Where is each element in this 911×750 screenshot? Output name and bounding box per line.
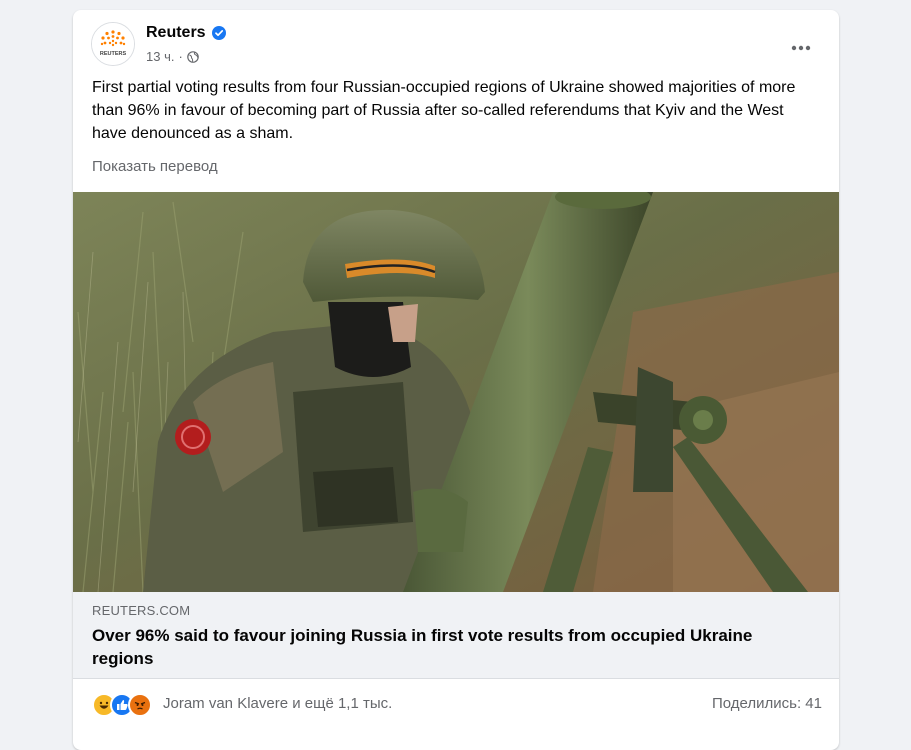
shares-count[interactable]: Поделились: 41	[712, 695, 822, 712]
post-message: First partial voting results from four R…	[92, 79, 796, 142]
page-avatar[interactable]: REUTERS	[91, 22, 135, 66]
reaction-icons[interactable]	[92, 693, 152, 717]
svg-text:REUTERS: REUTERS	[100, 51, 127, 57]
post-header: REUTERS Reuters 13 ч. ·	[73, 10, 839, 78]
more-horizontal-icon	[791, 45, 811, 51]
post-footer: Joram van Klavere и ещё 1,1 тыс. Поделил…	[73, 686, 839, 722]
post-card: REUTERS Reuters 13 ч. · First partial vo…	[73, 10, 839, 750]
more-options-button[interactable]	[783, 30, 819, 66]
soldier-mortar-image	[73, 192, 839, 592]
link-preview[interactable]: REUTERS.COM Over 96% said to favour join…	[73, 592, 839, 679]
page-name[interactable]: Reuters	[146, 24, 226, 42]
post-meta: 13 ч. ·	[146, 49, 199, 64]
post-timestamp[interactable]: 13 ч.	[146, 49, 174, 64]
link-domain: REUTERS.COM	[92, 603, 191, 618]
reactions-summary[interactable]: Joram van Klavere и ещё 1,1 тыс.	[163, 695, 392, 712]
show-translation-link[interactable]: Показать перевод	[92, 158, 218, 175]
post-photo[interactable]	[73, 192, 839, 592]
angry-icon	[128, 693, 152, 717]
reuters-logo-icon: REUTERS	[92, 23, 134, 65]
link-title[interactable]: Over 96% said to favour joining Russia i…	[92, 624, 812, 670]
verified-badge-icon	[211, 26, 226, 40]
page-name-label[interactable]: Reuters	[146, 24, 206, 42]
globe-icon	[187, 50, 199, 63]
